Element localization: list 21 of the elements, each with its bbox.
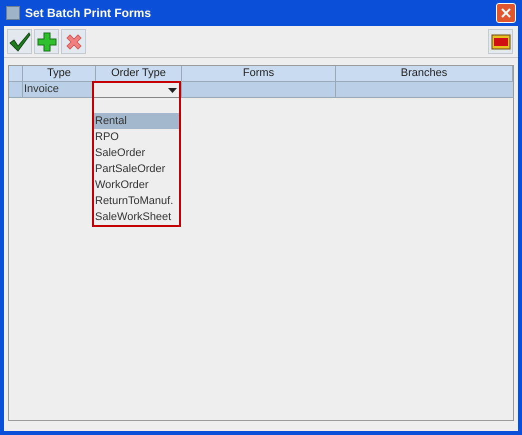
close-button[interactable] [496, 3, 516, 23]
plus-icon [36, 32, 56, 52]
checkmark-icon [8, 32, 30, 52]
exit-button[interactable] [488, 29, 513, 54]
toolbar-button[interactable] [34, 29, 59, 54]
column-header[interactable]: Forms [182, 66, 336, 81]
toolbar-button[interactable] [7, 29, 32, 54]
dropdown-option[interactable]: WorkOrder [94, 177, 179, 193]
dropdown-option[interactable]: SaleOrder [94, 145, 179, 161]
dropdown-option[interactable]: ReturnToManuf. [94, 193, 179, 209]
app-icon [6, 6, 20, 20]
dropdown-option[interactable]: RPO [94, 129, 179, 145]
close-icon [501, 8, 511, 18]
dropdown-option[interactable]: Rental [94, 113, 179, 129]
dropdown-arrow-icon [168, 88, 177, 93]
dropdown-option[interactable]: PartSaleOrder [94, 161, 179, 177]
close-icon [64, 32, 82, 50]
exit-sign-icon [490, 34, 510, 50]
column-header[interactable]: Branches [336, 66, 513, 81]
window-title: Set Batch Print Forms [25, 5, 152, 22]
dropdown-option[interactable]: SaleWorkSheet [94, 209, 179, 225]
